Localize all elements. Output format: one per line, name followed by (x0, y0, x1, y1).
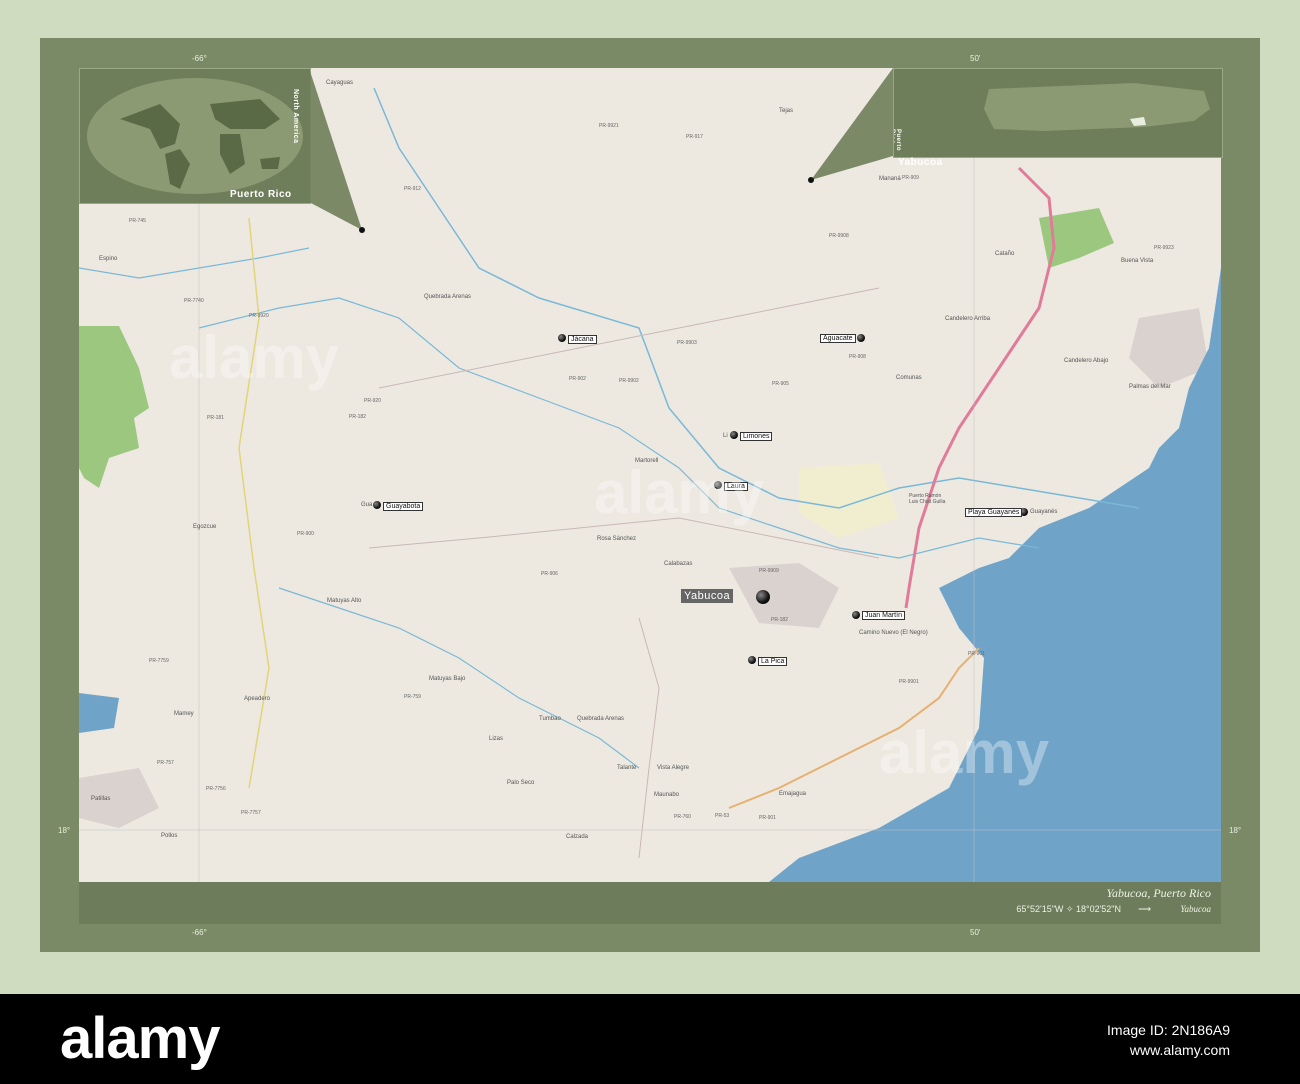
inset-island-side-label: Puerto Rico (893, 129, 901, 152)
map-arrow: ⟶ (1138, 904, 1151, 914)
coord-right-lat: 18° (1229, 826, 1242, 835)
alamy-logo: alamy (60, 1006, 220, 1071)
coord-top-50: 50' (970, 54, 981, 63)
map-coordinates: 65°52'15"W ✧ 18°02'52"N (1016, 904, 1121, 914)
coord-bottom-left: -66° (192, 928, 207, 937)
map-subtitle: Yabucoa (1180, 904, 1211, 914)
site-url: www.alamy.com (1129, 1042, 1230, 1058)
inset-island-caption: Yabucoa (898, 157, 943, 168)
coord-top-left: -66° (192, 54, 207, 63)
coord-left-lat: 18° (58, 826, 71, 835)
map-title: Yabucoa, Puerto Rico (1106, 886, 1211, 900)
coord-bottom-50: 50' (970, 928, 981, 937)
image-id: Image ID: 2N186A9 (1107, 1022, 1230, 1038)
inset-island-map: Yabucoa Puerto Rico (893, 68, 1223, 158)
map-footer: Yabucoa, Puerto Rico 65°52'15"W ✧ 18°02'… (79, 882, 1221, 924)
island-map-svg (984, 83, 1210, 131)
